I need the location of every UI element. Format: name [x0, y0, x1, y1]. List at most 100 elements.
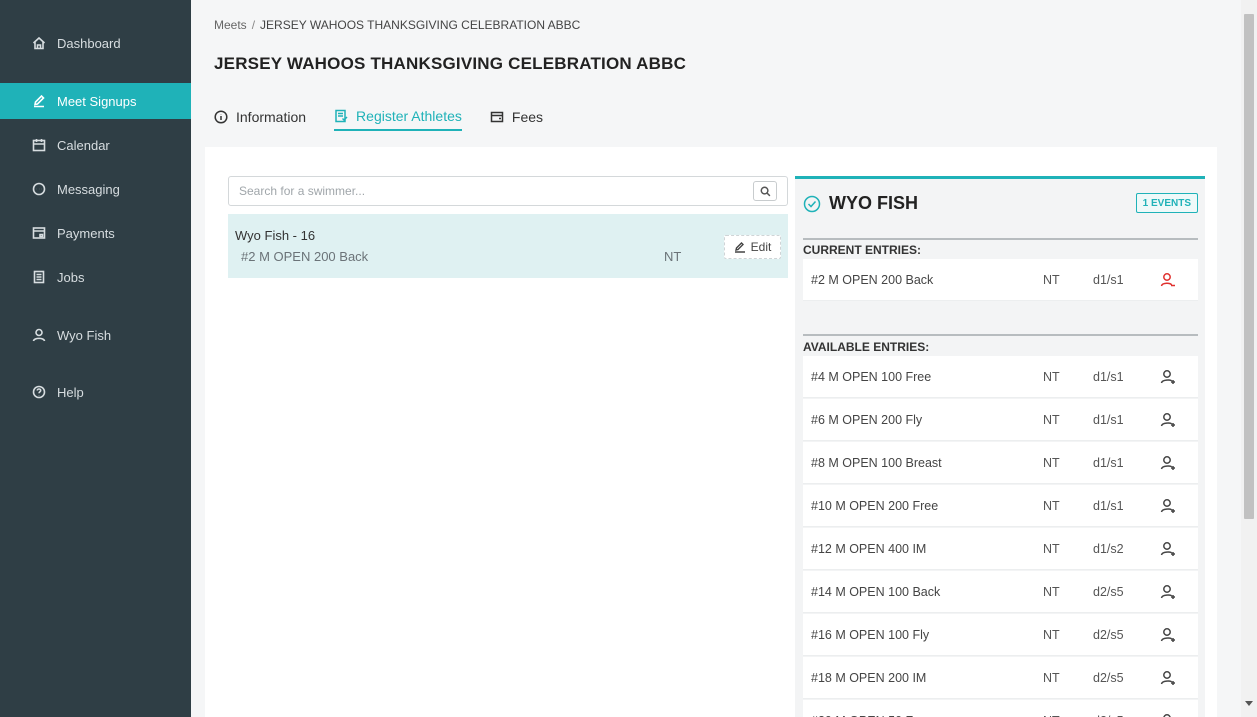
panel-header: WYO FISH [803, 193, 918, 214]
sidebar-item-label: Payments [57, 225, 115, 241]
page-scrollbar[interactable] [1241, 0, 1257, 717]
swimmer-row[interactable]: Wyo Fish - 16 #2 M OPEN 200 Back NT Edit [228, 214, 788, 278]
help-icon [32, 385, 46, 399]
home-icon [32, 36, 46, 50]
add-user-icon [1160, 542, 1175, 556]
scroll-down-arrow-icon[interactable] [1245, 701, 1253, 706]
sidebar-item-help[interactable]: Help [0, 374, 191, 410]
entry-event: #10 M OPEN 200 Free [811, 499, 939, 513]
tab-label: Information [236, 109, 307, 125]
entry-time: NT [1043, 542, 1060, 556]
available-entry-row: #16 M OPEN 100 Fly NT d2/s5 [803, 614, 1198, 656]
edit-button[interactable]: Edit [724, 235, 781, 259]
sidebar-item-payments[interactable]: Payments [0, 215, 191, 251]
entry-time: NT [1043, 499, 1060, 513]
chat-icon [32, 182, 46, 196]
add-entry-button[interactable] [1158, 539, 1178, 559]
remove-entry-button[interactable] [1158, 270, 1178, 290]
breadcrumb: Meets / JERSEY WAHOOS THANKSGIVING CELEBRA… [214, 18, 580, 32]
entry-event: #6 M OPEN 200 Fly [811, 413, 923, 427]
breadcrumb-meets-link[interactable]: Meets [214, 18, 247, 32]
entry-event: #4 M OPEN 100 Free [811, 370, 932, 384]
swimmer-event: #2 M OPEN 200 Back [241, 249, 369, 264]
fees-icon [490, 110, 504, 124]
add-entry-button[interactable] [1158, 453, 1178, 473]
tab-bar: Information Register Athletes Fees [214, 103, 571, 133]
sidebar-item-messaging[interactable]: Messaging [0, 171, 191, 207]
tab-information[interactable]: Information [214, 103, 306, 131]
sidebar-item-label: Messaging [57, 181, 120, 197]
add-entry-button[interactable] [1158, 410, 1178, 430]
entry-time: NT [1043, 671, 1060, 685]
entry-heat: d1/s1 [1093, 273, 1124, 287]
pencil-icon [32, 94, 46, 108]
entry-time: NT [1043, 413, 1060, 427]
sidebar-item-label: Jobs [57, 269, 85, 285]
sidebar-item-label: Wyo Fish [57, 327, 112, 343]
entry-time: NT [1043, 273, 1060, 287]
add-user-icon [1160, 499, 1175, 513]
search-button[interactable] [753, 181, 777, 201]
athlete-panel: WYO FISH 1 EVENTS CURRENT ENTRIES: #2 M … [795, 176, 1205, 717]
add-user-icon [1160, 585, 1175, 599]
sidebar: Dashboard Meet Signups Calendar Messagin… [0, 0, 191, 717]
add-user-icon [1160, 671, 1175, 685]
sidebar-item-dashboard[interactable]: Dashboard [0, 25, 191, 61]
available-entry-row: #10 M OPEN 200 Free NT d1/s1 [803, 485, 1198, 527]
add-user-icon [1160, 413, 1175, 427]
divider [803, 334, 1198, 336]
add-user-icon [1160, 370, 1175, 384]
sidebar-item-label: Dashboard [57, 35, 121, 51]
add-entry-button[interactable] [1158, 582, 1178, 602]
available-entry-row: #14 M OPEN 100 Back NT d2/s5 [803, 571, 1198, 613]
current-entry-row: #2 M OPEN 200 Back NT d1/s1 [803, 259, 1198, 301]
register-icon [334, 109, 348, 123]
add-entry-button[interactable] [1158, 367, 1178, 387]
breadcrumb-separator: / [251, 18, 256, 32]
card-icon [32, 226, 46, 240]
entry-event: #12 M OPEN 400 IM [811, 542, 927, 556]
add-entry-button[interactable] [1158, 625, 1178, 645]
current-entries-label: CURRENT ENTRIES: [803, 243, 922, 257]
entry-event: #16 M OPEN 100 Fly [811, 628, 930, 642]
swimmer-time: NT [664, 249, 682, 264]
breadcrumb-current: JERSEY WAHOOS THANKSGIVING CELEBRATION A… [260, 18, 581, 32]
scrollbar-thumb[interactable] [1244, 14, 1254, 519]
entry-event: #8 M OPEN 100 Breast [811, 456, 942, 470]
available-entry-row: #4 M OPEN 100 Free NT d1/s1 [803, 356, 1198, 398]
search-icon [760, 186, 770, 196]
entry-event: #18 M OPEN 200 IM [811, 671, 927, 685]
entry-heat: d1/s1 [1093, 413, 1124, 427]
content-card: Wyo Fish - 16 #2 M OPEN 200 Back NT Edit… [205, 147, 1217, 717]
entry-heat: d1/s1 [1093, 370, 1124, 384]
panel-title: WYO FISH [829, 193, 918, 213]
edit-button-label: Edit [750, 240, 772, 254]
tab-fees[interactable]: Fees [490, 103, 543, 131]
sidebar-item-meet-signups[interactable]: Meet Signups [0, 83, 191, 119]
info-icon [214, 110, 228, 124]
entry-heat: d1/s2 [1093, 542, 1124, 556]
entry-event: #2 M OPEN 200 Back [811, 273, 934, 287]
entry-time: NT [1043, 456, 1060, 470]
sidebar-item-wyo-fish[interactable]: Wyo Fish [0, 317, 191, 353]
user-icon [32, 328, 46, 342]
entry-time: NT [1043, 628, 1060, 642]
search-input[interactable] [239, 184, 739, 198]
available-entry-row: #12 M OPEN 400 IM NT d1/s2 [803, 528, 1198, 570]
sidebar-item-calendar[interactable]: Calendar [0, 127, 191, 163]
tab-label: Register Athletes [356, 108, 462, 124]
sidebar-item-jobs[interactable]: Jobs [0, 259, 191, 295]
calendar-icon [32, 138, 46, 152]
sidebar-item-label: Calendar [57, 137, 110, 153]
add-entry-button[interactable] [1158, 711, 1178, 717]
add-entry-button[interactable] [1158, 496, 1178, 516]
add-entry-button[interactable] [1158, 668, 1178, 688]
entry-event: #14 M OPEN 100 Back [811, 585, 941, 599]
main-area: Meets / JERSEY WAHOOS THANKSGIVING CELEBRA… [191, 0, 1241, 717]
divider [803, 238, 1198, 240]
add-user-icon [1160, 456, 1175, 470]
sidebar-item-label: Meet Signups [57, 93, 137, 109]
entry-heat: d1/s1 [1093, 499, 1124, 513]
tab-register-athletes[interactable]: Register Athletes [334, 103, 462, 131]
page-title: JERSEY WAHOOS THANKSGIVING CELEBRATION A… [214, 54, 687, 73]
